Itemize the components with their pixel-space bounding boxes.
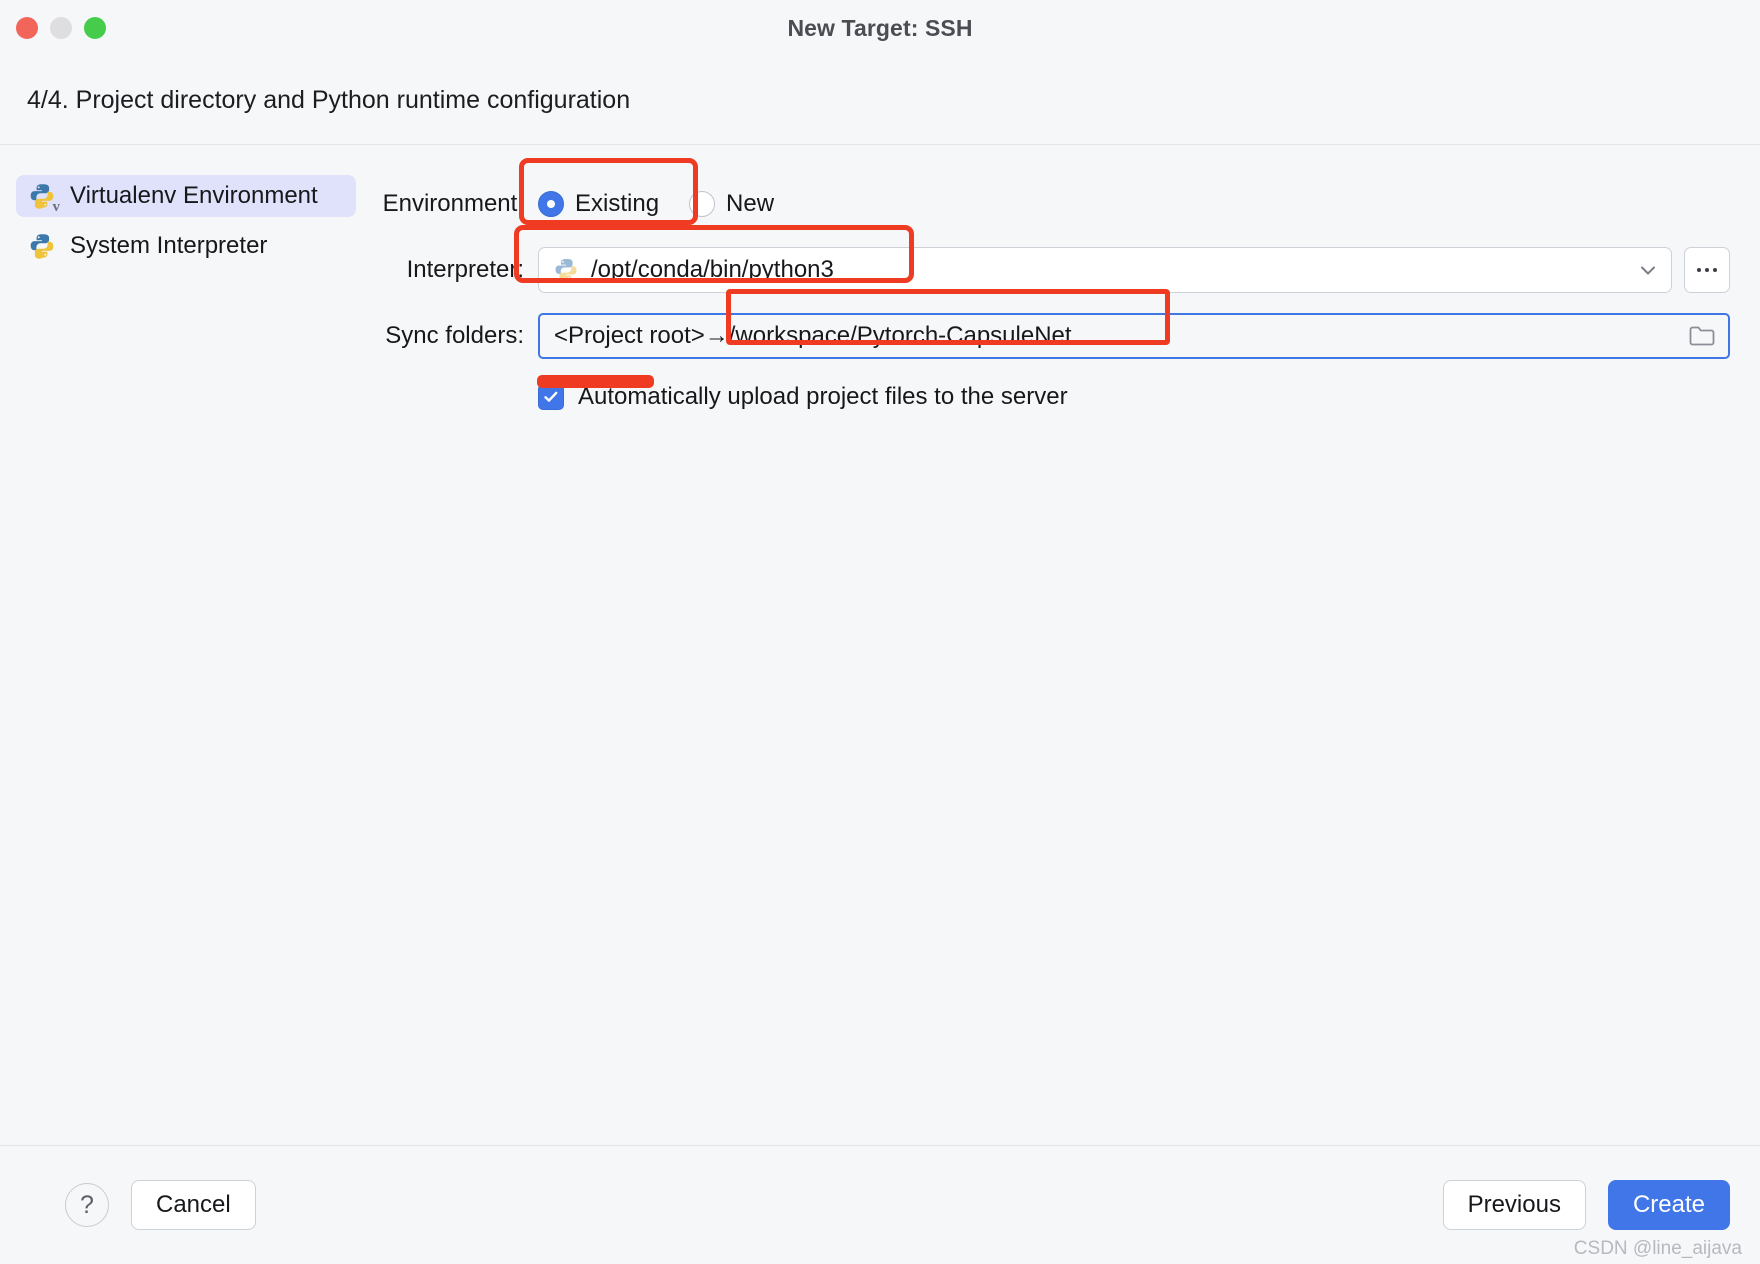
new-radio-indicator[interactable] [689, 191, 716, 217]
interpreter-browse-button[interactable] [1684, 247, 1730, 293]
interpreter-combobox[interactable]: /opt/conda/bin/python3 [538, 247, 1672, 293]
auto-upload-label: Automatically upload project files to th… [578, 383, 1068, 410]
footer-right-actions: Previous Create [1442, 1180, 1730, 1230]
close-window-button[interactable] [16, 17, 38, 39]
venv-badge: v [52, 199, 61, 215]
cancel-button[interactable]: Cancel [131, 1180, 256, 1230]
existing-radio-indicator[interactable] [538, 191, 564, 217]
interpreter-row: Interpreter: /opt/conda/bin/python3 [372, 241, 1730, 299]
sync-folders-value: <Project root>→/workspace/Pytorch-Capsul… [554, 322, 1072, 349]
sync-folders-field[interactable]: <Project root>→/workspace/Pytorch-Capsul… [538, 313, 1730, 359]
step-header: 4/4. Project directory and Python runtim… [0, 56, 1760, 144]
maximize-window-button[interactable] [84, 17, 106, 39]
watermark: CSDN @line_aijava [1573, 1238, 1742, 1259]
sync-folders-row: Sync folders: <Project root>→/workspace/… [372, 307, 1730, 365]
new-radio-label: New [726, 190, 775, 217]
runtime-config-form: Environment: Existing New Interpreter: /… [372, 145, 1760, 1145]
sidebar-item-system-interpreter[interactable]: System Interpreter [16, 225, 356, 267]
sync-folders-label: Sync folders: [385, 322, 524, 349]
existing-radio-label: Existing [575, 190, 660, 217]
sidebar-item-label: Virtualenv Environment [70, 182, 318, 209]
create-button[interactable]: Create [1607, 1180, 1730, 1230]
window-title: New Target: SSH [787, 14, 973, 41]
python-icon [28, 232, 56, 260]
environment-radio-group: Existing New [538, 190, 804, 218]
chevron-down-icon[interactable] [1635, 257, 1661, 283]
existing-radio-option[interactable]: Existing [538, 190, 659, 218]
ellipsis-dot [1697, 268, 1701, 272]
interpreter-value: /opt/conda/bin/python3 [591, 256, 834, 283]
ellipsis-dot [1705, 268, 1709, 272]
python-icon [553, 257, 579, 283]
previous-button[interactable]: Previous [1442, 1180, 1586, 1230]
dialog-footer: ? Cancel Previous Create CSDN @line_aija… [0, 1146, 1760, 1264]
title-bar: New Target: SSH [0, 0, 1760, 56]
ellipsis-dot [1713, 268, 1717, 272]
environment-type-sidebar: v Virtualenv Environment System Interpre… [0, 145, 372, 1145]
minimize-window-button[interactable] [50, 17, 72, 39]
help-button[interactable]: ? [65, 1183, 109, 1227]
folder-icon[interactable] [1688, 324, 1716, 348]
auto-upload-checkbox[interactable] [538, 384, 564, 410]
sidebar-item-label: System Interpreter [70, 232, 268, 259]
interpreter-label: Interpreter: [406, 256, 524, 283]
new-radio-option[interactable]: New [689, 190, 774, 218]
step-title: 4/4. Project directory and Python runtim… [27, 85, 631, 114]
sidebar-item-virtualenv-environment[interactable]: v Virtualenv Environment [16, 175, 356, 217]
auto-upload-row[interactable]: Automatically upload project files to th… [538, 383, 1730, 411]
traffic-light-group [16, 17, 106, 39]
environment-label: Environment: [382, 190, 524, 217]
new-target-ssh-dialog: New Target: SSH 4/4. Project directory a… [0, 0, 1760, 1264]
environment-row: Environment: Existing New [372, 175, 1730, 233]
dialog-body: v Virtualenv Environment System Interpre… [0, 145, 1760, 1145]
python-venv-icon: v [28, 182, 60, 215]
